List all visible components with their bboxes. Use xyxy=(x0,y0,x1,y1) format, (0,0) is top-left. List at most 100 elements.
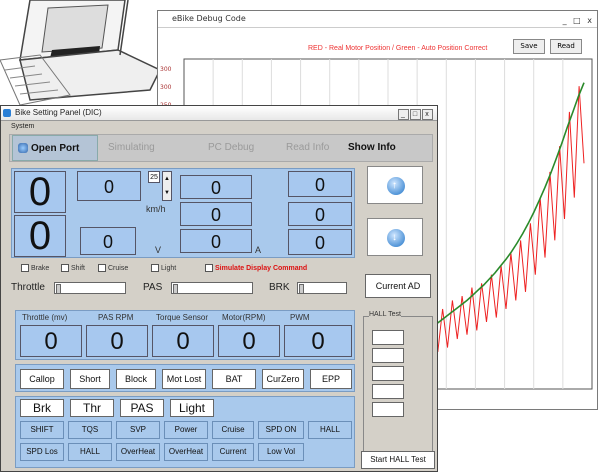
status-panel: Brk Thr PAS Light SHIFT TQS SVP Power Cr… xyxy=(15,396,355,468)
open-port-label: Open Port xyxy=(31,143,80,154)
spin-input[interactable]: 25 xyxy=(148,171,160,183)
status-low-vol: Low Vol xyxy=(258,443,304,461)
status-pas: PAS xyxy=(120,399,164,417)
chart-title: RED - Real Motor Position / Green - Auto… xyxy=(308,45,488,52)
hall-field-2 xyxy=(372,348,404,363)
current-ad-button[interactable]: Current AD xyxy=(365,274,431,298)
pas-rpm-value: 0 xyxy=(86,325,148,357)
throttle-mv-value: 0 xyxy=(20,325,82,357)
torque-sensor-label: Torque Sensor xyxy=(156,313,209,322)
read-info-button[interactable]: Read Info xyxy=(286,135,329,161)
curzero-button[interactable]: CurZero xyxy=(262,369,304,389)
up-button[interactable]: ↑ xyxy=(367,166,423,204)
status-power: Power xyxy=(164,421,208,439)
status-svp: SVP xyxy=(116,421,160,439)
right-value-3: 0 xyxy=(288,229,352,255)
big-value-top: 0 xyxy=(14,171,66,213)
slider-thumb[interactable] xyxy=(56,284,61,294)
hall-field-5 xyxy=(372,402,404,417)
brk-label: BRK xyxy=(269,282,290,293)
display-panel: 0 0 0 25 ▲ ▼ km/h 0 V 0 0 0 A 0 0 0 xyxy=(11,168,355,258)
maximize-button[interactable]: □ xyxy=(410,109,421,120)
status-tqs: TQS xyxy=(68,421,112,439)
chart-window-titlebar: eBike Debug Code _ □ x xyxy=(158,11,597,28)
minimize-button[interactable]: _ xyxy=(398,109,409,120)
mid-value-2: 0 xyxy=(180,202,252,226)
epp-button[interactable]: EPP xyxy=(310,369,352,389)
light-checkbox[interactable]: Light xyxy=(151,264,176,272)
shift-checkbox[interactable]: Shift xyxy=(61,264,85,272)
show-info-button[interactable]: Show Info xyxy=(348,135,396,161)
mid-value-1: 0 xyxy=(180,175,252,199)
pas-slider[interactable] xyxy=(171,282,253,294)
save-button[interactable]: Save xyxy=(513,39,545,54)
pwm-label: PWM xyxy=(290,313,310,322)
mid-value-3: 0 xyxy=(180,229,252,253)
close-button[interactable]: x xyxy=(422,109,433,120)
computer-illustration xyxy=(0,0,162,106)
status-cruise: Cruise xyxy=(212,421,254,439)
bike-setting-panel-window: Bike Setting Panel (DIC) _ □ x System Open… xyxy=(0,105,438,472)
hall-field-1 xyxy=(372,330,404,345)
bike-icon xyxy=(3,109,11,117)
simulating-button[interactable]: Simulating xyxy=(108,135,155,161)
block-button[interactable]: Block xyxy=(116,369,156,389)
status-shift: SHIFT xyxy=(20,421,64,439)
start-hall-test-button[interactable]: Start HALL Test xyxy=(361,451,435,469)
open-port-button[interactable]: Open Port xyxy=(12,135,98,161)
speed-value: 0 xyxy=(77,171,141,201)
motor-rpm-value: 0 xyxy=(218,325,280,357)
command-panel: Callop Short Block Mot Lost BAT CurZero … xyxy=(15,364,355,392)
status-overheat-1: OverHeat xyxy=(116,443,160,461)
toolbar: Open Port Simulating PC Debug Read Info … xyxy=(9,134,433,162)
status-overheat-2: OverHeat xyxy=(164,443,208,461)
bat-button[interactable]: BAT xyxy=(212,369,256,389)
volt-value: 0 xyxy=(80,227,136,255)
y-tick-label: 300 xyxy=(160,66,172,73)
hall-field-4 xyxy=(372,384,404,399)
big-value-bottom: 0 xyxy=(14,215,66,257)
status-thr: Thr xyxy=(70,399,114,417)
hall-test-label: HALL Test xyxy=(369,311,401,318)
brake-checkbox[interactable]: Brake xyxy=(21,264,49,272)
main-window-titlebar: Bike Setting Panel (DIC) _ □ x xyxy=(1,106,437,121)
status-current: Current xyxy=(212,443,254,461)
spin-arrows[interactable]: ▲ ▼ xyxy=(162,171,172,201)
slider-thumb[interactable] xyxy=(299,284,304,294)
status-brk: Brk xyxy=(20,399,64,417)
readout-panel: Throttle (mv) PAS RPM Torque Sensor Moto… xyxy=(15,310,355,360)
main-window-controls: _ □ x xyxy=(397,107,433,121)
speed-unit: km/h xyxy=(146,204,166,214)
mot-lost-button[interactable]: Mot Lost xyxy=(162,369,206,389)
cruise-checkbox[interactable]: Cruise xyxy=(98,264,128,272)
throttle-mv-label: Throttle (mv) xyxy=(22,313,68,322)
right-value-1: 0 xyxy=(288,171,352,197)
y-tick-label: 300 xyxy=(160,84,172,91)
callop-button[interactable]: Callop xyxy=(20,369,64,389)
volt-unit: V xyxy=(155,245,162,255)
pc-debug-button[interactable]: PC Debug xyxy=(208,135,254,161)
right-value-2: 0 xyxy=(288,202,352,226)
menu-system[interactable]: System xyxy=(1,121,437,133)
slider-thumb[interactable] xyxy=(173,284,178,294)
read-button[interactable]: Read xyxy=(550,39,582,54)
main-window-title: Bike Setting Panel (DIC) xyxy=(15,108,102,117)
throttle-label: Throttle xyxy=(11,282,45,293)
down-button[interactable]: ↓ xyxy=(367,218,423,256)
chart-window-controls[interactable]: _ □ x xyxy=(563,13,594,29)
status-hall: HALL xyxy=(308,421,352,439)
torque-sensor-value: 0 xyxy=(152,325,214,357)
short-button[interactable]: Short xyxy=(70,369,110,389)
throttle-slider[interactable] xyxy=(54,282,126,294)
pas-label: PAS xyxy=(143,282,163,293)
motor-rpm-label: Motor(RPM) xyxy=(222,313,266,322)
status-spd-los: SPD Los xyxy=(20,443,64,461)
status-light: Light xyxy=(170,399,214,417)
brk-slider[interactable] xyxy=(297,282,347,294)
simulate-display-checkbox[interactable]: Simulate Display Command xyxy=(205,264,307,272)
chart-window-title: eBike Debug Code xyxy=(172,14,246,23)
status-spd-on: SPD ON xyxy=(258,421,304,439)
status-hall-2: HALL xyxy=(68,443,112,461)
pwm-value: 0 xyxy=(284,325,352,357)
port-icon xyxy=(18,143,28,153)
